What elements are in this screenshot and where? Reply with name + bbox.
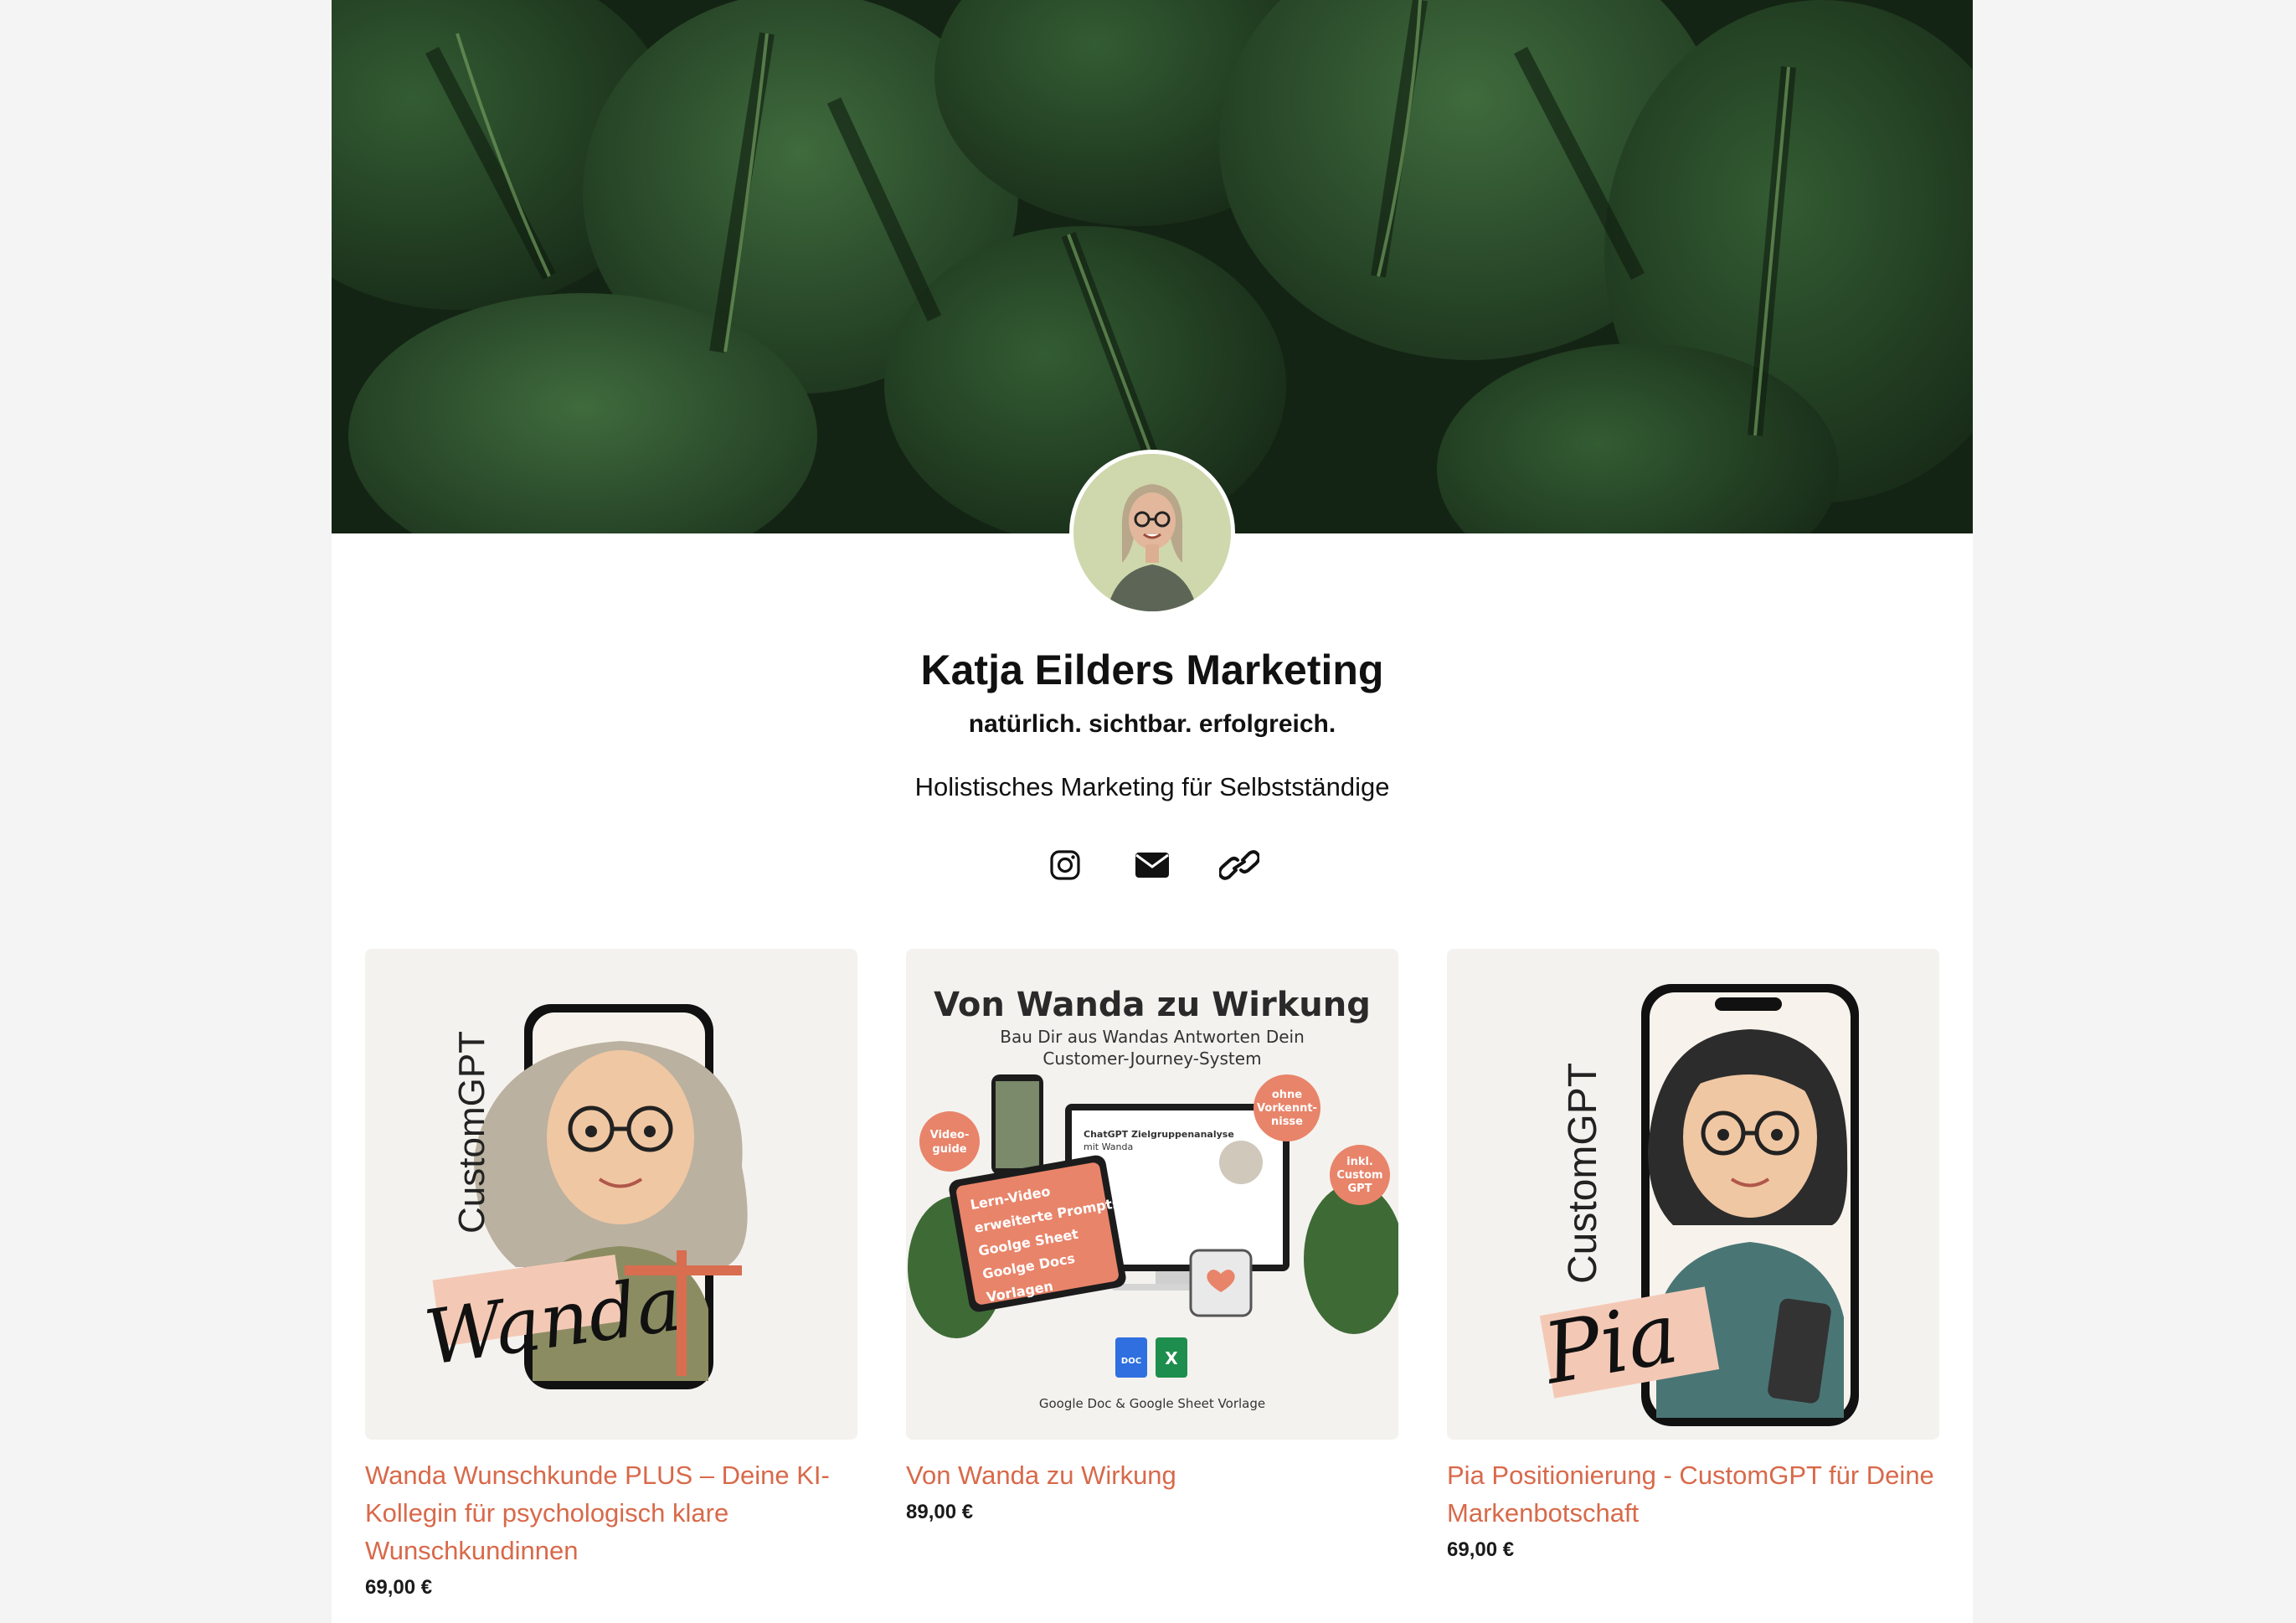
product-title[interactable]: Pia Positionierung - CustomGPT für Deine… (1447, 1456, 1939, 1532)
product-price: 69,00 € (365, 1576, 433, 1599)
doc-label: DOC (1121, 1357, 1141, 1366)
screen-title: ChatGPT Zielgruppenanalyse (1084, 1129, 1234, 1140)
profile-page: Katja Eilders Marketing natürlich. sicht… (332, 0, 1973, 1623)
image-heading: Von Wanda zu Wirkung (934, 986, 1371, 1024)
instagram-icon (1050, 850, 1080, 880)
profile-name: Katja Eilders Marketing (920, 647, 1384, 693)
profile-description: Holistisches Marketing für Selbstständig… (914, 772, 1390, 801)
social-links (332, 841, 1973, 889)
badge-top-1: ohne (1272, 1089, 1302, 1101)
screen-sub: mit Wanda (1084, 1141, 1133, 1152)
customgpt-label: CustomGPT (1561, 1063, 1605, 1284)
product-title[interactable]: Von Wanda zu Wirkung (906, 1456, 1398, 1494)
svg-text:X: X (1165, 1348, 1178, 1368)
badge-left-1: Video- (930, 1129, 970, 1141)
product-price: 69,00 € (1447, 1538, 1515, 1561)
product-image-wanda-plus: CustomGPT Wanda (365, 949, 857, 1440)
image-sub2: Customer-Journey-System (1042, 1049, 1261, 1069)
product-image-pia: CustomGPT Pia (1447, 949, 1939, 1440)
profile-avatar (1069, 450, 1235, 616)
badge-top-3: nisse (1271, 1115, 1303, 1128)
image-sub1: Bau Dir aus Wandas Antworten Dein (1000, 1027, 1305, 1047)
badge-top-2: Vorkennt- (1257, 1102, 1317, 1115)
image-footer: Google Doc & Google Sheet Vorlage (1039, 1396, 1265, 1411)
product-image-von-wanda: Von Wanda zu Wirkung Bau Dir aus Wandas … (906, 949, 1398, 1440)
badge-right-2: Custom (1336, 1169, 1382, 1182)
customgpt-label: CustomGPT (451, 1031, 492, 1234)
website-link[interactable] (1218, 841, 1260, 889)
product-card-pia-positionierung[interactable]: CustomGPT Pia Pia Positionierung - Custo… (1447, 949, 1939, 1565)
product-title[interactable]: Wanda Wunschkunde PLUS – Deine KI-Kolleg… (365, 1456, 857, 1569)
badge-right-3: GPT (1347, 1182, 1372, 1195)
profile-tagline: natürlich. sichtbar. erfolgreich. (968, 710, 1336, 738)
badge-right-1: inkl. (1346, 1156, 1373, 1168)
email-link[interactable] (1131, 841, 1173, 889)
instagram-link[interactable] (1044, 841, 1086, 889)
mail-icon (1135, 853, 1169, 878)
badge-left-2: guide (932, 1143, 966, 1156)
product-card-wanda-plus[interactable]: CustomGPT Wanda Wanda Wunschkunde PLUS –… (365, 949, 857, 1603)
product-card-von-wanda-zu-wirkung[interactable]: Von Wanda zu Wirkung Bau Dir aus Wandas … (906, 949, 1398, 1528)
product-price: 89,00 € (906, 1501, 974, 1523)
link-icon (1219, 850, 1259, 880)
